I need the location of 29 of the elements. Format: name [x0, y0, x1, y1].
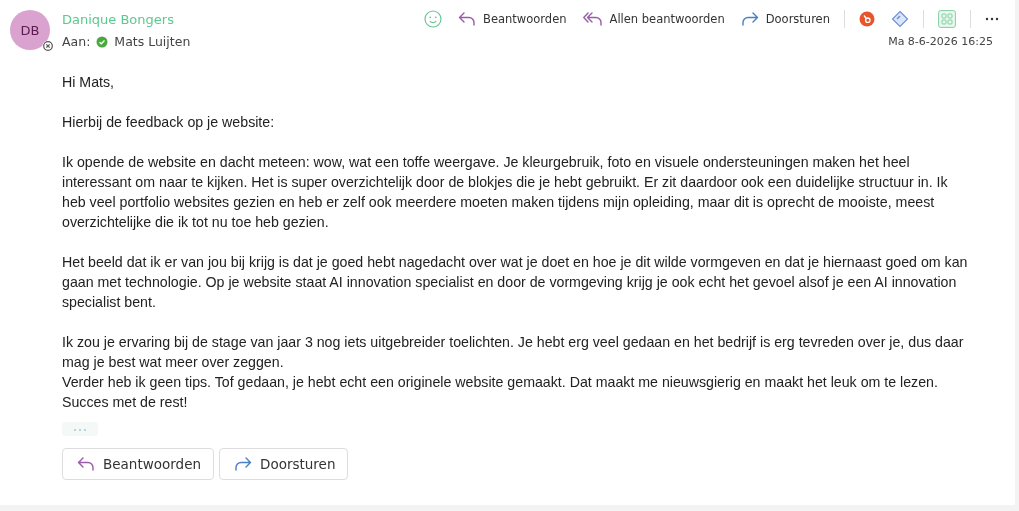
message-paragraph: Het beeld dat ik er van jou bij krijg is dat je goed hebt nagedacht over wat je doet en hoe je dit wilde vormgeven en dat je hiernaast goed om kan gaan met technologie. Op je website staat AI innovation specialist en door de vormgeving krijg je ook echt het gevoel alsof je een AI innovation specialist bent.	[62, 253, 969, 312]
message-paragraph: Hi Mats,	[62, 73, 116, 92]
reply-all-button[interactable]: Allen beantwoorden	[576, 10, 731, 28]
diamond-icon	[891, 10, 909, 28]
reply-icon	[77, 457, 95, 471]
forward-button[interactable]: Doorsturen	[219, 448, 349, 480]
ellipsis-icon	[73, 428, 87, 432]
avatar: DB	[10, 10, 50, 50]
reply-all-icon	[582, 12, 603, 26]
forward-button[interactable]: Doorsturen	[734, 10, 836, 28]
message-paragraph: Ik zou je ervaring bij de stage van jaar 3 nog iets uitgebreider toelichten. Je hebt erg veel gedaan en het bedrijf is erg tevreden over je, dus daar mag je best wat meer over zeggen.	[62, 333, 965, 372]
to-label: Aan:	[62, 34, 91, 49]
message-paragraph: Ik opende de website en dacht meteen: wow, wat een toffe weergave. Je kleurgebruik, foto en visuele ondersteuningen maken het heel interessant om naar te kijken. Het is super overzichtelijk door de blokjes die je hebt gebruikt. Er zit daardoor ook een duidelijke structuur in. Ik heb veel portfolio websites gezien en heb er zelf ook meerdere moeten maken tijdens mijn opleiding, maar dit is oprecht de mooiste, meest overzichtelijke die ik tot nu toe heb gezien.	[62, 153, 949, 232]
offline-status-icon	[42, 40, 54, 52]
reply-icon	[458, 12, 477, 26]
message-paragraph: Verder heb ik geen tips. Tof gedaan, je hebt echt een originele website gemaakt. Dat maakt me nieuwsgierig en maakt het leuk om te lezen. Succes met de rest!	[62, 373, 939, 412]
reply-button[interactable]: Beantwoorden	[452, 10, 573, 28]
add-in-icon	[859, 11, 875, 27]
recipient-name[interactable]: Mats Luijten	[114, 34, 191, 49]
forward-icon	[740, 12, 759, 26]
smiley-icon	[424, 10, 443, 28]
message-paragraph: Hierbij de feedback op je website:	[62, 113, 276, 132]
reply-button[interactable]: Beantwoorden	[62, 448, 214, 480]
grid-icon	[938, 10, 956, 28]
more-icon	[985, 17, 999, 21]
show-more-button[interactable]	[62, 422, 98, 436]
forward-icon	[234, 457, 252, 471]
available-status-icon	[96, 35, 109, 48]
sent-date: Ma 8-6-2026 16:25	[888, 35, 993, 48]
